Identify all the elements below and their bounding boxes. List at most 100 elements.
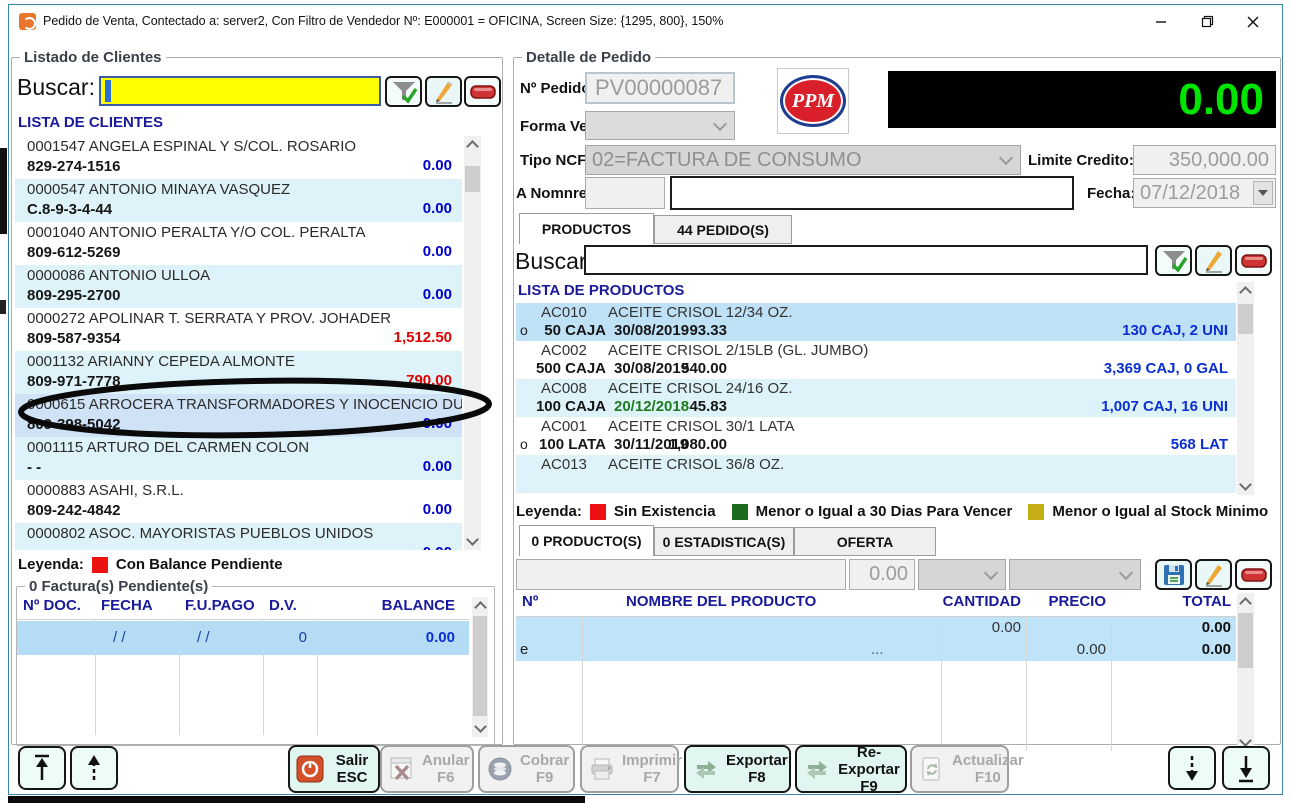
scroll-top-button[interactable] — [18, 746, 66, 790]
client-row-selected[interactable]: 0000615 ARROCERA TRANSFORMADORES Y INOCE… — [15, 394, 462, 437]
anular-button[interactable]: AnularF6 — [380, 745, 474, 793]
products-edit-button[interactable] — [1195, 245, 1232, 276]
pending-row-selected[interactable]: / / / / 0 0.00 — [17, 621, 469, 655]
fecha-dropdown-button[interactable] — [1253, 181, 1273, 205]
client-row[interactable]: 0001547 ANGELA ESPINAL Y S/COL. ROSARIO … — [15, 136, 462, 179]
products-list: AC010 ACEITE CRISOL 12/34 OZ. o 50 CAJA … — [516, 303, 1236, 495]
cancel-icon — [388, 755, 416, 783]
scroll-down-button[interactable] — [1168, 746, 1216, 790]
re-exportar-button[interactable]: Re-ExportarF9 — [795, 745, 907, 793]
clients-search-input[interactable] — [99, 76, 381, 106]
tab-productos[interactable]: PRODUCTOS — [519, 213, 654, 244]
legend-label: Leyenda: — [516, 503, 582, 520]
cobrar-button[interactable]: CobrarF9 — [478, 745, 575, 793]
tab-pedidos[interactable]: 44 PEDIDO(S) — [654, 215, 792, 244]
client-row[interactable]: 0000272 APOLINAR T. SERRATA Y PROV. JOHA… — [15, 308, 462, 351]
exportar-button[interactable]: ExportarF8 — [684, 745, 791, 793]
client-balance: 0.00 — [423, 286, 452, 303]
clients-clear-button[interactable] — [464, 76, 501, 107]
client-row[interactable]: 0000802 ASOC. MAYORISTAS PUEBLOS UNIDOS … — [15, 523, 462, 550]
grid-line — [95, 619, 96, 735]
products-filter-button[interactable] — [1155, 245, 1192, 276]
scrollbar-up-arrow[interactable] — [1237, 282, 1254, 299]
re-export-icon — [803, 755, 831, 783]
order-no-field[interactable]: PV00000087 — [585, 72, 735, 104]
item-qty-field[interactable]: 0.00 — [849, 559, 915, 590]
pending-invoices-groupbox: 0 Factura(s) Pendiente(s) Nº DOC. FECHA … — [16, 578, 495, 746]
scrollbar-thumb[interactable] — [1238, 304, 1253, 334]
scrollbar-up-arrow[interactable] — [1237, 593, 1254, 610]
item-unit-select[interactable] — [918, 559, 1006, 590]
client-balance: 0.00 — [423, 415, 452, 432]
scrollbar-down-arrow[interactable] — [472, 720, 488, 737]
products-clear-button[interactable] — [1235, 245, 1272, 276]
scrollbar-up-arrow[interactable] — [464, 136, 481, 153]
client-row[interactable]: 0000883 ASAHI, S.R.L. 809-242-4842 0.00 — [15, 480, 462, 523]
salir-button[interactable]: SalirESC — [288, 745, 380, 793]
client-balance: 0.00 — [423, 200, 452, 217]
scrollbar-thumb[interactable] — [1238, 613, 1253, 668]
restore-button[interactable] — [1184, 5, 1230, 38]
product-row[interactable]: AC001 ACEITE CRISOL 30/1 LATA o 100 LATA… — [516, 417, 1236, 455]
tipo-ncf-label: Tipo NCF: — [520, 152, 591, 169]
arrow-top-icon — [31, 753, 53, 783]
legend-label: Leyenda: — [18, 556, 84, 573]
forma-venta-select[interactable] — [585, 111, 735, 140]
products-list-title: LISTA DE PRODUCTOS — [518, 282, 684, 299]
order-item-row-selected[interactable]: 0.00 0.00 e ... 0.00 0.00 — [516, 617, 1236, 661]
imprimir-button[interactable]: ImprimirF7 — [580, 745, 679, 793]
limite-credito-field[interactable]: 350,000.00 — [1133, 145, 1276, 175]
product-stock: 3,369 CAJ, 0 GAL — [1104, 360, 1228, 377]
item-save-button[interactable] — [1155, 559, 1192, 590]
tab-estadisticas[interactable]: 0 ESTADISTICA(S) — [654, 527, 794, 556]
client-row[interactable]: 0000547 ANTONIO MINAYA VASQUEZ C.8-9-3-4… — [15, 179, 462, 222]
export-icon — [692, 755, 720, 783]
scrollbar-down-arrow[interactable] — [1237, 478, 1254, 495]
close-button[interactable] — [1230, 5, 1276, 38]
order-table-header: Nº NOMBRE DEL PRODUCTO CANTIDAD PRECIO T… — [516, 593, 1236, 617]
tab-detail-productos[interactable]: 0 PRODUCTO(S) — [519, 525, 654, 556]
scrollbar-up-arrow[interactable] — [472, 597, 488, 614]
clients-edit-button[interactable] — [425, 76, 462, 107]
item-price-select[interactable] — [1009, 559, 1141, 590]
client-row[interactable]: 0001040 ANTONIO PERALTA Y/O COL. PERALTA… — [15, 222, 462, 265]
product-row-selected[interactable]: AC010 ACEITE CRISOL 12/34 OZ. o 50 CAJA … — [516, 303, 1236, 341]
scroll-up-button[interactable] — [70, 746, 118, 790]
client-row[interactable]: 0001115 ARTURO DEL CARMEN COLON - - 0.00 — [15, 437, 462, 480]
fecha-select[interactable]: 07/12/2018 — [1133, 178, 1276, 208]
products-search-label: Buscar: — [515, 248, 593, 275]
text-caret — [105, 80, 111, 102]
tab-oferta[interactable]: OFERTA — [794, 527, 936, 556]
product-row[interactable]: AC013 ACEITE CRISOL 36/8 OZ. — [516, 455, 1236, 493]
scrollbar-thumb[interactable] — [465, 166, 480, 192]
clients-scrollbar[interactable] — [464, 136, 481, 550]
app-window: Pedido de Venta, Contectado a: server2, … — [8, 4, 1283, 795]
pending-scrollbar[interactable] — [472, 597, 488, 737]
order-groupbox: Detalle de Pedido Nº Pedido: PV00000087 … — [513, 49, 1281, 745]
scrollbar-down-arrow[interactable] — [464, 533, 481, 550]
products-scrollbar[interactable] — [1237, 282, 1254, 495]
a-nombre-input[interactable] — [670, 176, 1074, 210]
item-edit-button[interactable] — [1195, 559, 1232, 590]
client-row[interactable]: 0000086 ANTONIO ULLOA 809-295-2700 0.00 — [15, 265, 462, 308]
client-row[interactable]: 0001132 ARIANNY CEPEDA ALMONTE 809-971-7… — [15, 351, 462, 394]
arrow-down-dotted-icon — [1181, 753, 1203, 783]
scrollbar-thumb[interactable] — [473, 616, 487, 716]
product-row[interactable]: AC002 ACEITE CRISOL 2/15LB (GL. JUMBO) 5… — [516, 341, 1236, 379]
scroll-bottom-button[interactable] — [1222, 746, 1270, 790]
grid-line — [263, 619, 264, 735]
actualizar-button[interactable]: ActualizarF10 — [910, 745, 1009, 793]
product-stock: 130 CAJ, 2 UNI — [1122, 322, 1228, 339]
item-delete-button[interactable] — [1235, 559, 1272, 590]
order-table-scrollbar[interactable] — [1237, 593, 1254, 751]
minimize-button[interactable] — [1138, 5, 1184, 38]
product-row[interactable]: AC008 ACEITE CRISOL 24/16 OZ. 100 CAJA 2… — [516, 379, 1236, 417]
exit-icon — [296, 755, 324, 783]
clients-list-title: LISTA DE CLIENTES — [18, 114, 163, 131]
item-name-field[interactable] — [516, 559, 846, 590]
clients-filter-button[interactable] — [385, 76, 422, 107]
a-nombre-code-field[interactable] — [585, 177, 665, 209]
tipo-ncf-select[interactable]: 02=FACTURA DE CONSUMO — [585, 145, 1021, 175]
product-stock: 568 LAT — [1171, 436, 1228, 453]
products-search-input[interactable] — [584, 245, 1148, 275]
